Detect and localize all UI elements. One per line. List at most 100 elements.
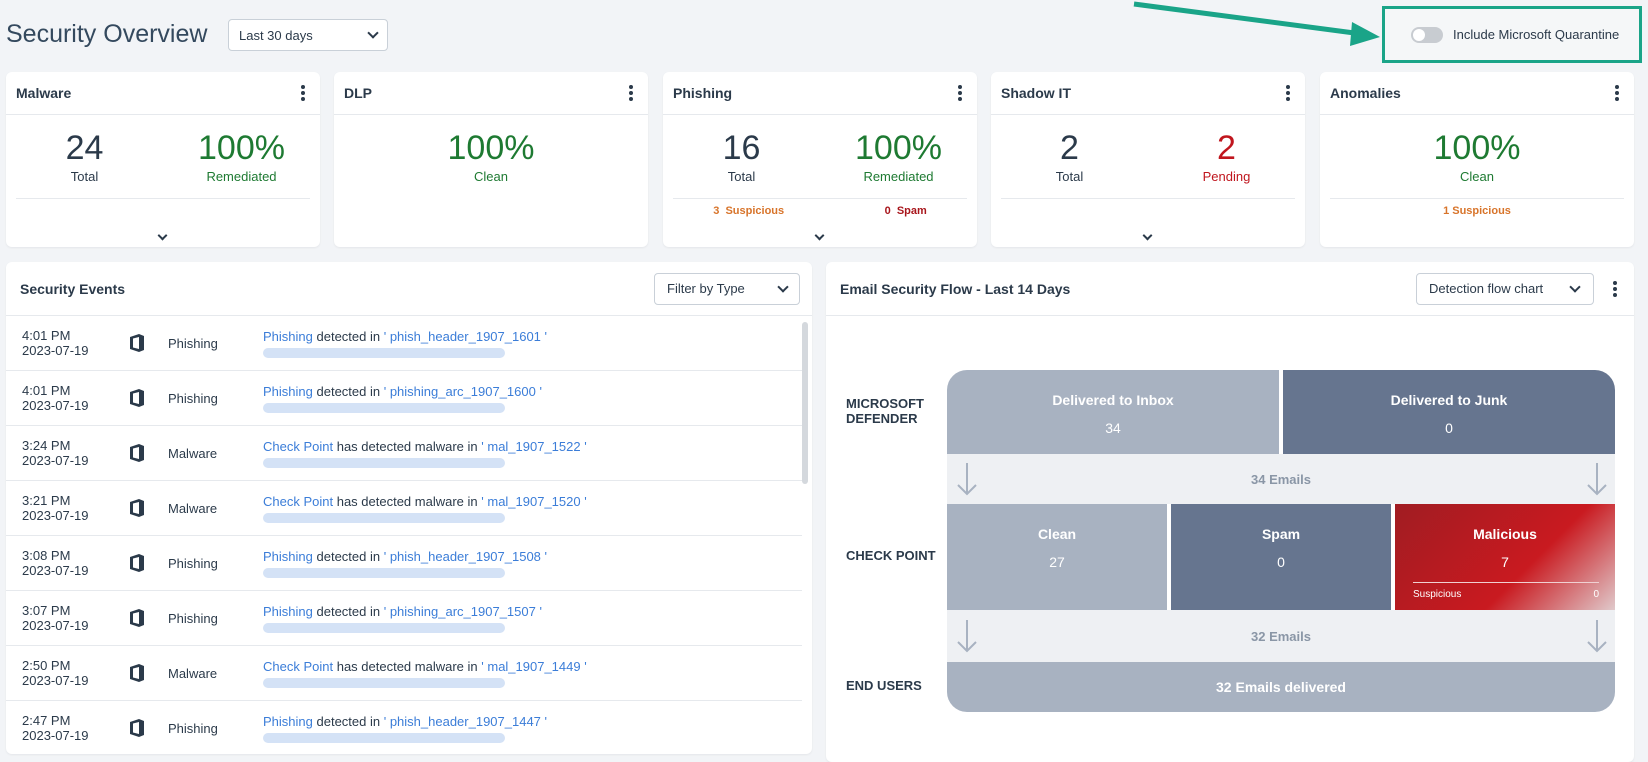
event-row[interactable]: 3:24 PM 2023-07-19 Malware Check Point has … <box>6 426 802 481</box>
phishing-suspicious[interactable]: 3 Suspicious <box>713 205 784 217</box>
event-row[interactable]: 2:50 PM 2023-07-19 Malware Check Point has … <box>6 646 802 701</box>
event-row[interactable]: 3:08 PM 2023-07-19 Phishing Phishing detect… <box>6 536 802 591</box>
row-label-checkpoint: CHECK POINT <box>846 548 936 563</box>
event-time: 3:24 PM 2023-07-19 <box>22 438 89 468</box>
event-actor-link[interactable]: Phishing <box>263 604 313 619</box>
row-label-defender: MICROSOFT DEFENDER <box>846 396 924 426</box>
card-title: Shadow IT <box>1001 85 1071 101</box>
office-icon <box>106 498 168 518</box>
event-target-link[interactable]: phish_header_1907_1601 <box>390 329 541 344</box>
spam-label: Spam <box>1261 526 1301 542</box>
redacted-text <box>263 732 505 743</box>
clean-box[interactable]: Clean 27 <box>947 504 1167 610</box>
event-description: Phishing detected in ' phish_header_1907… <box>263 549 802 578</box>
clean-value: 27 <box>1049 554 1065 570</box>
redacted-text <box>263 457 505 468</box>
expand-chevron-icon[interactable] <box>1142 230 1153 241</box>
office-icon <box>106 608 168 628</box>
kebab-menu-icon[interactable] <box>1281 84 1295 102</box>
event-target-link[interactable]: phishing_arc_1907_1600 <box>390 384 536 399</box>
anomalies-suspicious[interactable]: 1 Suspicious <box>1443 205 1511 217</box>
event-actor-link[interactable]: Check Point <box>263 659 333 674</box>
anomalies-clean: 100% <box>1433 129 1521 167</box>
event-actor-link[interactable]: Phishing <box>263 329 313 344</box>
event-actor-link[interactable]: Phishing <box>263 714 313 729</box>
event-description: Phishing detected in ' phishing_arc_1907… <box>263 604 802 633</box>
delivered-to-junk-box[interactable]: Delivered to Junk 0 <box>1283 370 1615 454</box>
period-dropdown[interactable]: Last 30 days <box>228 19 388 51</box>
annotation-arrow <box>1133 1 1380 46</box>
office-icon <box>106 333 168 353</box>
event-actor-link[interactable]: Check Point <box>263 439 333 454</box>
emails-delivered-box[interactable]: 32 Emails delivered <box>947 662 1615 712</box>
total-label: Total <box>70 169 99 184</box>
event-description: Check Point has detected malware in ' ma… <box>263 439 802 468</box>
phishing-spam[interactable]: 0 Spam <box>885 205 927 217</box>
event-type: Phishing <box>168 555 218 571</box>
kebab-menu-icon[interactable] <box>296 84 310 102</box>
panel-title: Email Security Flow - Last 14 Days <box>840 280 1071 297</box>
quarantine-toggle[interactable] <box>1411 26 1443 43</box>
flow-chart-dropdown[interactable]: Detection flow chart <box>1416 272 1594 305</box>
expand-chevron-icon[interactable] <box>814 230 825 241</box>
card-title: Anomalies <box>1330 85 1401 101</box>
delivered-to-inbox-box[interactable]: Delivered to Inbox 34 <box>947 370 1279 454</box>
event-type: Phishing <box>168 335 218 351</box>
pending-label: Pending <box>1202 169 1251 184</box>
event-row[interactable]: 2:47 PM 2023-07-19 Phishing Phishing detect… <box>6 701 802 754</box>
flow-band-1: 34 Emails <box>947 454 1615 504</box>
event-description: Phishing detected in ' phish_header_1907… <box>263 714 802 743</box>
event-time: 3:07 PM 2023-07-19 <box>22 603 89 633</box>
remediated-label: Remediated <box>863 169 934 184</box>
event-target-link[interactable]: phish_header_1907_1447 <box>390 714 541 729</box>
event-row[interactable]: 3:21 PM 2023-07-19 Malware Check Point has … <box>6 481 802 536</box>
phishing-remediated: 100% <box>855 129 942 167</box>
suspicious-label: Suspicious <box>1413 589 1462 600</box>
event-target-link[interactable]: mal_1907_1520 <box>487 494 580 509</box>
kebab-menu-icon[interactable] <box>953 84 967 102</box>
scrollbar[interactable] <box>802 322 808 484</box>
quarantine-toggle-container: Include Microsoft Quarantine <box>1382 6 1642 63</box>
event-description: Phishing detected in ' phish_header_1907… <box>263 329 802 358</box>
event-row[interactable]: 4:01 PM 2023-07-19 Phishing Phishing detect… <box>6 371 802 426</box>
filter-by-type-dropdown[interactable]: Filter by Type <box>654 272 800 305</box>
card-title: Phishing <box>673 85 733 101</box>
event-description: Check Point has detected malware in ' ma… <box>263 659 802 688</box>
kebab-menu-icon[interactable] <box>1608 280 1622 298</box>
malware-card: Malware 24 Total 100% Remediated <box>6 72 320 247</box>
kebab-menu-icon[interactable] <box>624 84 638 102</box>
junk-label: Delivered to Junk <box>1390 392 1508 408</box>
spam-box[interactable]: Spam 0 <box>1171 504 1391 610</box>
dlp-clean: 100% <box>447 129 535 167</box>
band-2-label: 32 Emails <box>1251 628 1311 644</box>
event-actor-link[interactable]: Phishing <box>263 384 313 399</box>
malicious-box[interactable]: Malicious 7 Suspicious 0 <box>1395 504 1615 610</box>
kebab-menu-icon[interactable] <box>1610 84 1624 102</box>
event-description: Check Point has detected malware in ' ma… <box>263 494 802 523</box>
event-actor-link[interactable]: Check Point <box>263 494 333 509</box>
total-label: Total <box>727 169 756 184</box>
card-title: DLP <box>344 85 372 101</box>
event-row[interactable]: 3:07 PM 2023-07-19 Phishing Phishing detect… <box>6 591 802 646</box>
row-label-end-users: END USERS <box>846 678 922 693</box>
redacted-text <box>263 402 505 413</box>
event-target-link[interactable]: mal_1907_1449 <box>487 659 580 674</box>
malicious-suspicious-row: Suspicious 0 <box>1413 582 1599 600</box>
expand-chevron-icon[interactable] <box>157 230 168 241</box>
event-time: 4:01 PM 2023-07-19 <box>22 328 89 358</box>
event-target-link[interactable]: phishing_arc_1907_1507 <box>390 604 536 619</box>
redacted-text <box>263 567 505 578</box>
office-icon <box>106 663 168 683</box>
event-row[interactable]: 4:01 PM 2023-07-19 Phishing Phishing detect… <box>6 316 802 371</box>
event-type: Malware <box>168 445 218 461</box>
suspicious-value: 0 <box>1593 589 1599 600</box>
flow-band-2: 32 Emails <box>947 610 1615 662</box>
filter-value: Filter by Type <box>667 281 745 296</box>
event-target-link[interactable]: mal_1907_1522 <box>487 439 580 454</box>
event-type: Malware <box>168 665 218 681</box>
shadow-it-card: Shadow IT 2 Total 2 Pending <box>991 72 1305 247</box>
event-target-link[interactable]: phish_header_1907_1508 <box>390 549 541 564</box>
event-actor-link[interactable]: Phishing <box>263 549 313 564</box>
inbox-label: Delivered to Inbox <box>1052 392 1174 408</box>
phishing-total: 16 <box>722 129 761 167</box>
